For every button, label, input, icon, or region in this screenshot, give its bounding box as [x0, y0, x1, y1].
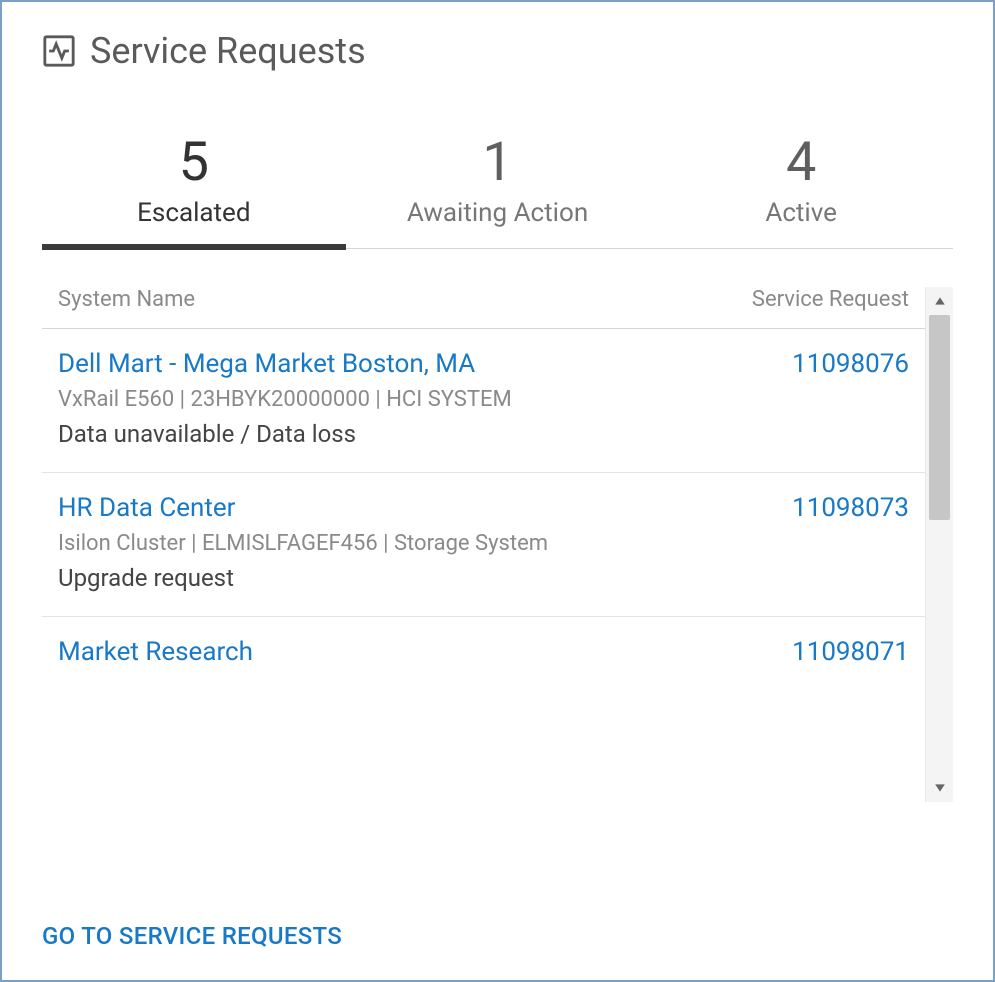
tab-label: Escalated [42, 198, 346, 228]
requests-table: System Name Service Request Dell Mart - … [42, 287, 925, 802]
service-request-link[interactable]: 11098071 [709, 637, 909, 667]
tab-escalated[interactable]: 5 Escalated [42, 136, 346, 250]
service-requests-card: Service Requests 5 Escalated 1 Awaiting … [0, 0, 995, 982]
system-subtitle: VxRail E560 | 23HBYK20000000 | HCI SYSTE… [58, 387, 709, 412]
system-name-link[interactable]: HR Data Center [58, 493, 709, 523]
system-issue: Upgrade request [58, 564, 709, 592]
system-subtitle: Isilon Cluster | ELMISLFAGEF456 | Storag… [58, 531, 709, 556]
scrollbar-down-button[interactable] [926, 774, 953, 802]
tab-active[interactable]: 4 Active [649, 136, 953, 248]
tab-count: 5 [42, 136, 346, 190]
scrollbar-track[interactable] [926, 315, 953, 774]
scrollbar-thumb[interactable] [929, 315, 950, 520]
tab-count: 4 [649, 136, 953, 190]
system-name-link[interactable]: Dell Mart - Mega Market Boston, MA [58, 349, 709, 379]
system-name-link[interactable]: Market Research [58, 637, 709, 667]
table-header-row: System Name Service Request [42, 287, 925, 329]
table-row: Dell Mart - Mega Market Boston, MA VxRai… [42, 329, 925, 473]
service-request-link[interactable]: 11098073 [709, 493, 909, 523]
table-row: HR Data Center Isilon Cluster | ELMISLFA… [42, 473, 925, 617]
tab-count: 1 [346, 136, 650, 190]
tab-label: Active [649, 198, 953, 228]
system-issue: Data unavailable / Data loss [58, 420, 709, 448]
tab-label: Awaiting Action [346, 198, 650, 228]
col-header-service-request[interactable]: Service Request [709, 287, 909, 312]
service-request-link[interactable]: 11098076 [709, 349, 909, 379]
table-row: Market Research 11098071 [42, 617, 925, 675]
activity-icon [42, 34, 76, 68]
scrollbar[interactable] [925, 287, 953, 802]
go-to-service-requests-link[interactable]: GO TO SERVICE REQUESTS [42, 922, 342, 950]
tab-awaiting-action[interactable]: 1 Awaiting Action [346, 136, 650, 248]
tabs: 5 Escalated 1 Awaiting Action 4 Active [42, 100, 953, 249]
card-header: Service Requests [2, 30, 993, 100]
card-title: Service Requests [90, 30, 366, 72]
scrollbar-up-button[interactable] [926, 287, 953, 315]
col-header-system-name[interactable]: System Name [58, 287, 709, 312]
table-container: System Name Service Request Dell Mart - … [42, 287, 953, 802]
